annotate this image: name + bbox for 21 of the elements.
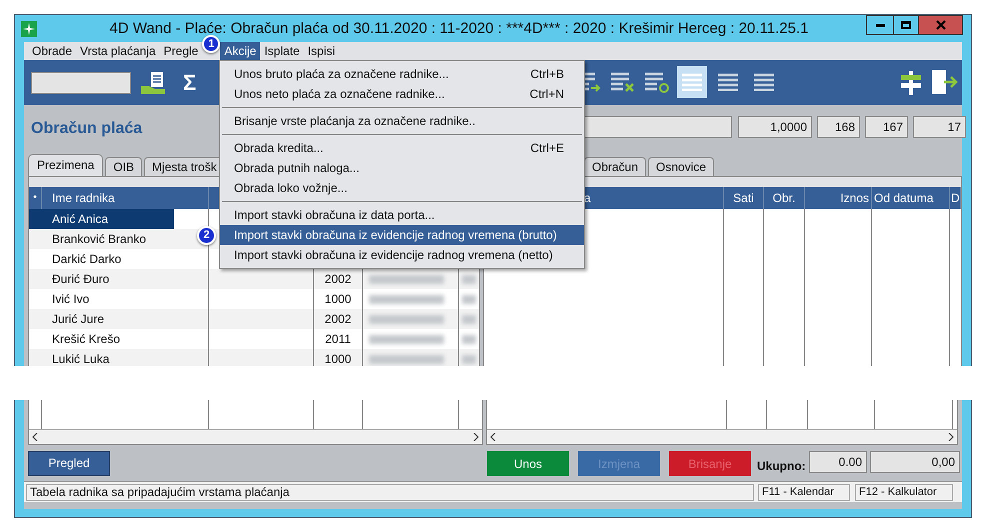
summary-field: 167: [865, 116, 908, 138]
table-cell-text: 2002: [324, 271, 352, 288]
step-badge: 1: [202, 35, 220, 53]
shortcut-hint: F12 - Kalkulator: [855, 484, 953, 500]
shortcut-label: Ctrl+E: [530, 140, 564, 157]
shortcut-label: Ctrl+N: [530, 86, 564, 103]
summary-field: 168: [817, 116, 860, 138]
page-heading: Obračun plaća: [31, 119, 142, 139]
shortcut-hint: F11 - Kalendar: [758, 484, 850, 500]
summary-field: 17: [913, 116, 966, 138]
status-message: Tabela radnika sa pripadajućim vrstama plaćanja: [26, 484, 754, 500]
table-cell-text: 1000: [324, 351, 352, 366]
table-cell-text: 1000: [324, 291, 352, 308]
total-field: 0,00: [870, 451, 960, 473]
window-title: 4D Wand - Plaće: Obračun plaća od 30.11.2020 : 11-2020 : ***4D*** : 2020 : Krešimir Herceg : 20.11.25.1: [109, 20, 809, 38]
total-field: 0.00: [809, 451, 867, 473]
shortcut-label: Ctrl+B: [530, 66, 564, 83]
total-label: Ukupno:: [757, 458, 806, 475]
table-cell-text: 2002: [324, 311, 352, 328]
table-cell-text: 2011: [325, 331, 351, 348]
summary-field: 1,0000: [738, 116, 812, 138]
